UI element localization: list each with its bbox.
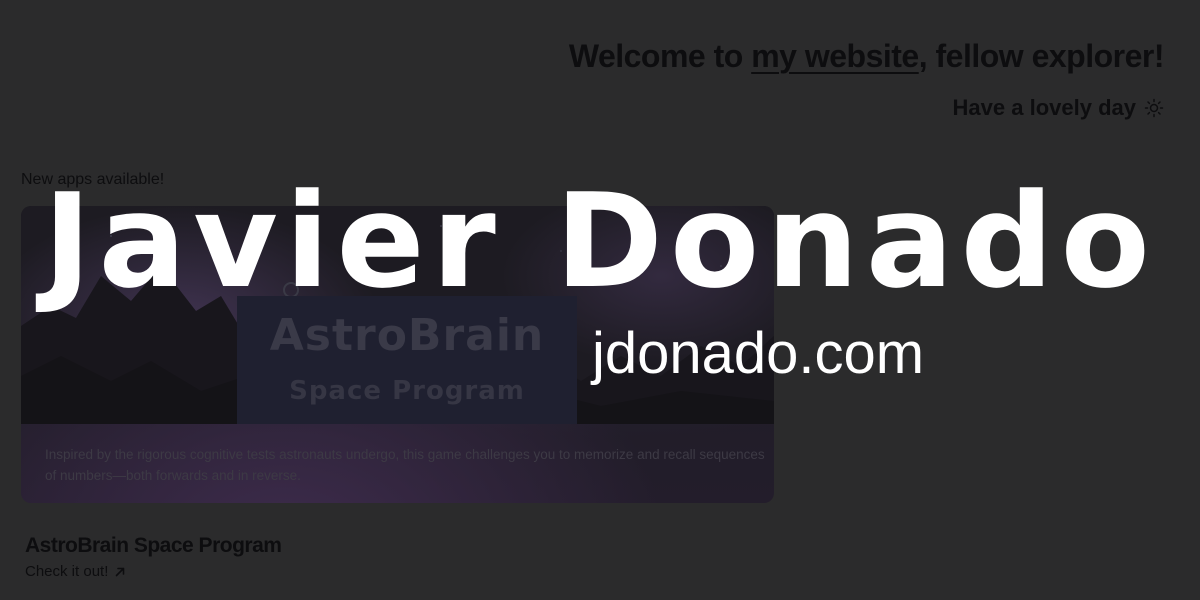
welcome-text-end: , fellow explorer!: [918, 38, 1165, 74]
greeting: Have a lovely day: [569, 95, 1164, 121]
check-it-out-label: Check it out!: [25, 563, 109, 580]
arrow-up-right-icon: [114, 566, 126, 578]
app-description: Inspired by the rigorous cognitive tests…: [45, 447, 765, 483]
sun-icon[interactable]: [1144, 98, 1164, 118]
site-header: Welcome to my website, fellow explorer! …: [568, 38, 1165, 121]
greeting-text: Have a lovely day: [952, 95, 1136, 120]
my-website-link[interactable]: my website: [751, 38, 919, 74]
app-name: AstroBrain Space Program: [25, 534, 282, 557]
logo-subtitle: Space Program: [289, 376, 525, 406]
brand-name: Javier Donado: [43, 165, 1157, 317]
logo-title: AstroBrain: [269, 310, 545, 361]
check-it-out-link[interactable]: Check it out!: [25, 563, 126, 580]
welcome-heading: Welcome to my website, fellow explorer!: [568, 38, 1165, 75]
page: Welcome to my website, fellow explorer! …: [0, 0, 1200, 600]
brand-url: jdonado.com: [592, 321, 925, 386]
welcome-text-start: Welcome to: [568, 38, 752, 74]
